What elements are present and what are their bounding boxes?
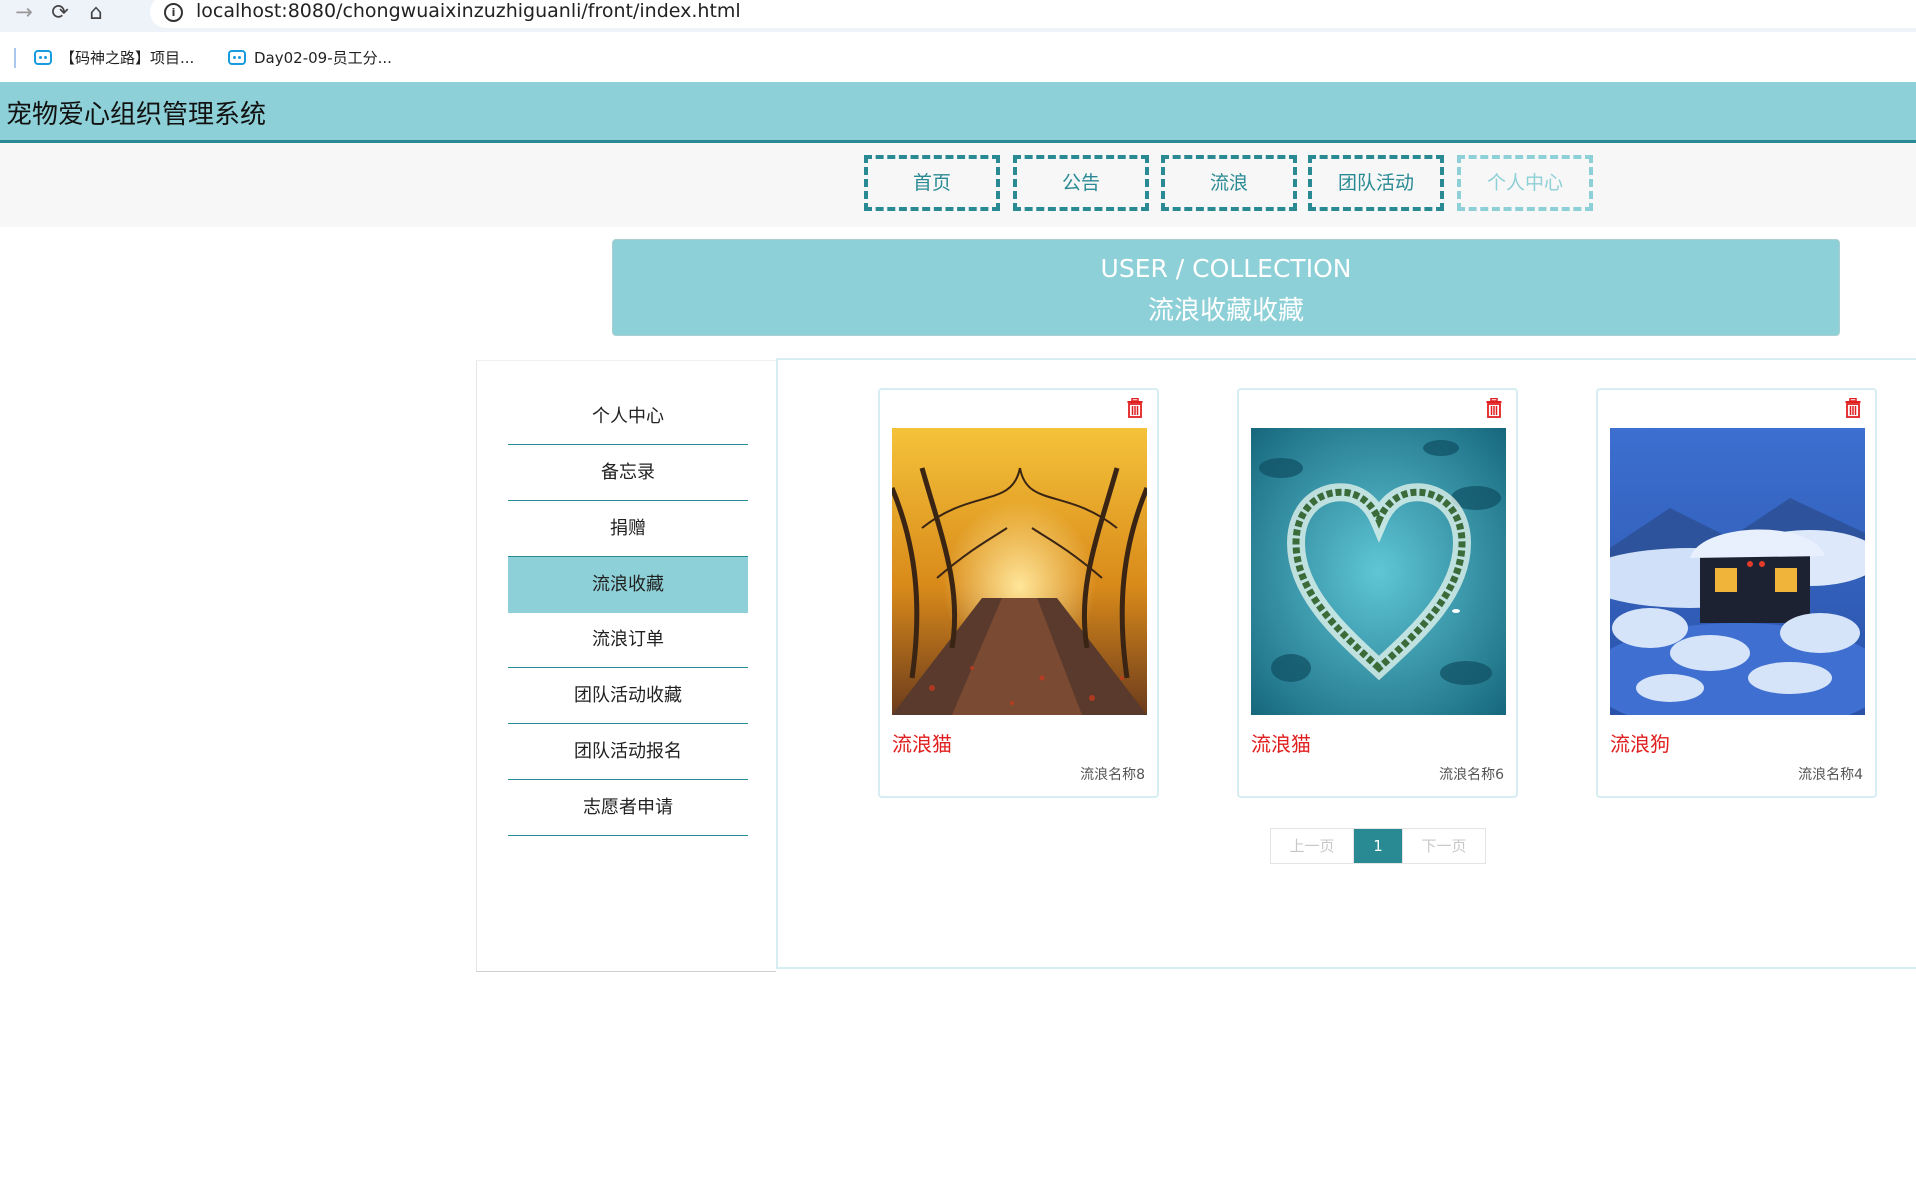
card-subtitle: 流浪名称4: [1798, 767, 1863, 783]
card-subtitle: 流浪名称8: [1080, 767, 1145, 783]
pagination: 上一页 1 下一页: [1270, 828, 1486, 864]
card-title[interactable]: 流浪猫: [892, 728, 952, 757]
nav-item-home[interactable]: 首页: [864, 155, 1000, 211]
bookmark-label: 【码神之路】项目...: [60, 48, 195, 67]
nav-item-team-activity[interactable]: 团队活动: [1308, 155, 1444, 211]
sidebar-item-volunteer-apply[interactable]: 志愿者申请: [508, 780, 748, 836]
user-sidebar: 个人中心 备忘录 捐赠 流浪收藏 流浪订单 团队活动收藏 团队活动报名 志愿者申…: [476, 360, 776, 972]
collection-card[interactable]: 流浪猫 流浪名称6: [1237, 388, 1518, 798]
sidebar-item-team-activity-collection[interactable]: 团队活动收藏: [508, 668, 748, 724]
trash-icon[interactable]: [1486, 398, 1502, 418]
sidebar-item-stray-collection[interactable]: 流浪收藏: [508, 557, 748, 613]
bookmarks-divider: [14, 48, 16, 68]
trash-icon[interactable]: [1845, 398, 1861, 418]
collection-card[interactable]: 流浪猫 流浪名称8: [878, 388, 1159, 798]
sidebar-item-donation[interactable]: 捐赠: [508, 501, 748, 557]
sidebar-item-memo[interactable]: 备忘录: [508, 445, 748, 501]
bilibili-icon: [228, 49, 246, 65]
bookmark-item[interactable]: 【码神之路】项目...: [34, 46, 194, 68]
nav-item-stray[interactable]: 流浪: [1161, 155, 1297, 211]
nav-item-user-center[interactable]: 个人中心: [1457, 155, 1593, 211]
bookmark-item[interactable]: Day02-09-员工分...: [228, 46, 392, 68]
site-info-icon[interactable]: i: [164, 3, 183, 22]
banner-chinese-title: 流浪收藏收藏: [1147, 296, 1304, 326]
banner-english-title: USER / COLLECTION: [1100, 254, 1352, 283]
site-title: 宠物爱心组织管理系统: [6, 100, 267, 130]
photo-autumn-avenue[interactable]: [892, 428, 1147, 715]
trash-icon[interactable]: [1127, 398, 1143, 418]
forward-icon[interactable]: →: [8, 0, 40, 26]
photo-heart-island[interactable]: [1251, 428, 1506, 715]
nav-item-notice[interactable]: 公告: [1013, 155, 1149, 211]
address-bar[interactable]: i localhost:8080/chongwuaixinzuzhiguanli…: [150, 0, 1916, 28]
card-title[interactable]: 流浪猫: [1251, 728, 1311, 757]
next-page-button[interactable]: 下一页: [1402, 829, 1485, 863]
home-icon[interactable]: ⌂: [80, 0, 112, 26]
collection-panel: 流浪猫 流浪名称8 流浪猫 流浪名称6 流浪狗 流浪名称4 上一页 1 下一页: [776, 358, 1916, 969]
card-subtitle: 流浪名称6: [1439, 767, 1504, 783]
sidebar-item-user-center[interactable]: 个人中心: [508, 389, 748, 445]
site-header: 宠物爱心组织管理系统: [0, 82, 1916, 143]
bookmark-label: Day02-09-员工分...: [254, 48, 392, 67]
page-banner: USER / COLLECTION 流浪收藏收藏: [612, 239, 1840, 336]
sidebar-item-stray-orders[interactable]: 流浪订单: [508, 612, 748, 668]
page-number-button[interactable]: 1: [1354, 829, 1402, 863]
browser-toolbar: → ⟳ ⌂ i localhost:8080/chongwuaixinzuzhi…: [0, 0, 1916, 32]
sidebar-item-team-activity-signup[interactable]: 团队活动报名: [508, 724, 748, 780]
prev-page-button[interactable]: 上一页: [1271, 829, 1354, 863]
reload-icon[interactable]: ⟳: [44, 0, 76, 26]
card-title[interactable]: 流浪狗: [1610, 728, 1670, 757]
bookmarks-bar: 【码神之路】项目... Day02-09-员工分...: [0, 32, 1916, 82]
bilibili-icon: [34, 49, 52, 65]
main-nav: 首页 公告 流浪 团队活动 个人中心: [0, 143, 1916, 227]
url-text: localhost:8080/chongwuaixinzuzhiguanli/f…: [196, 0, 741, 22]
photo-snow-cabin[interactable]: [1610, 428, 1865, 715]
collection-card[interactable]: 流浪狗 流浪名称4: [1596, 388, 1877, 798]
